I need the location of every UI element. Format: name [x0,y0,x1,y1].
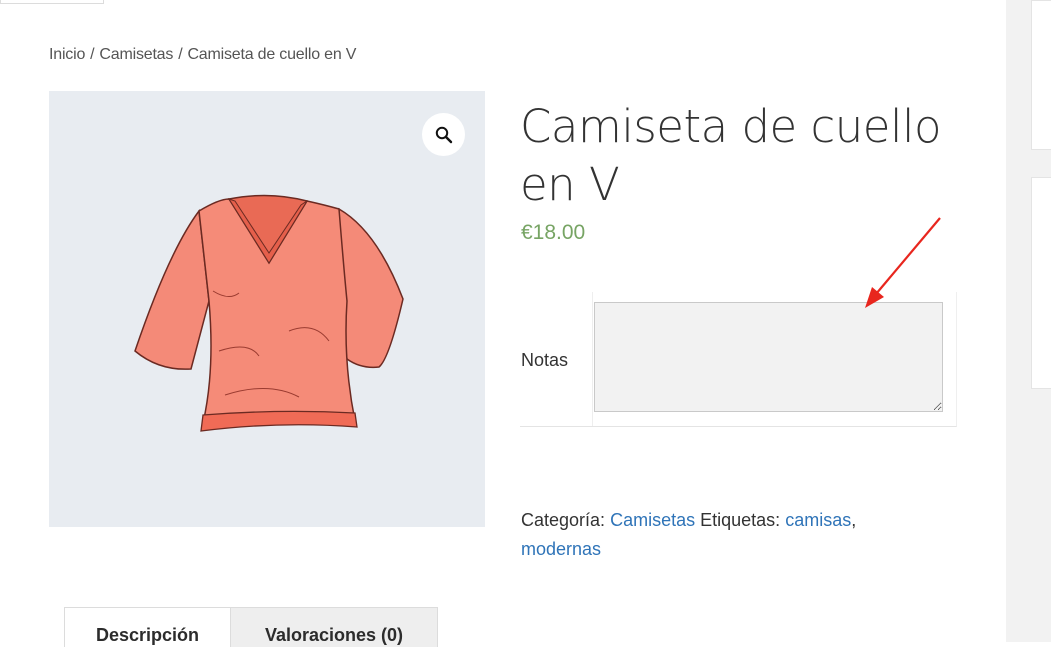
product-meta: Categoría: Camisetas Etiquetas: camisas,… [521,506,961,564]
magnifier-icon [435,126,452,143]
breadcrumb-home-link[interactable]: Inicio [49,46,85,63]
table-divider [592,292,593,426]
notas-textarea[interactable] [594,302,943,412]
product-price: €18.00 [521,221,586,244]
sidebar-widget [1031,0,1051,150]
category-link[interactable]: Camisetas [610,510,695,530]
tag-link[interactable]: modernas [521,539,601,559]
notas-label: Notas [521,350,569,370]
tags-label: Etiquetas: [700,510,781,530]
breadcrumb: Inicio / Camisetas / Camiseta de cuello en V [49,46,356,64]
category-label: Categoría: [521,510,606,530]
product-title: Camiseta de cuello en V [520,100,942,211]
t-shirt-image [134,194,404,432]
sidebar-widget [1031,177,1051,389]
breadcrumb-separator: / [90,46,95,63]
breadcrumb-separator: / [178,46,183,63]
zoom-button[interactable] [422,113,465,156]
product-gallery[interactable] [49,91,485,527]
breadcrumb-current: Camiseta de cuello en V [187,46,357,63]
breadcrumb-category-link[interactable]: Camisetas [99,46,173,63]
header-edge [0,0,104,4]
product-addon-table: Notas [520,292,957,427]
tab-reviews[interactable]: Valoraciones (0) [231,607,438,647]
tab-description[interactable]: Descripción [64,607,231,647]
tag-separator: , [851,510,857,530]
tag-link[interactable]: camisas [785,510,851,530]
